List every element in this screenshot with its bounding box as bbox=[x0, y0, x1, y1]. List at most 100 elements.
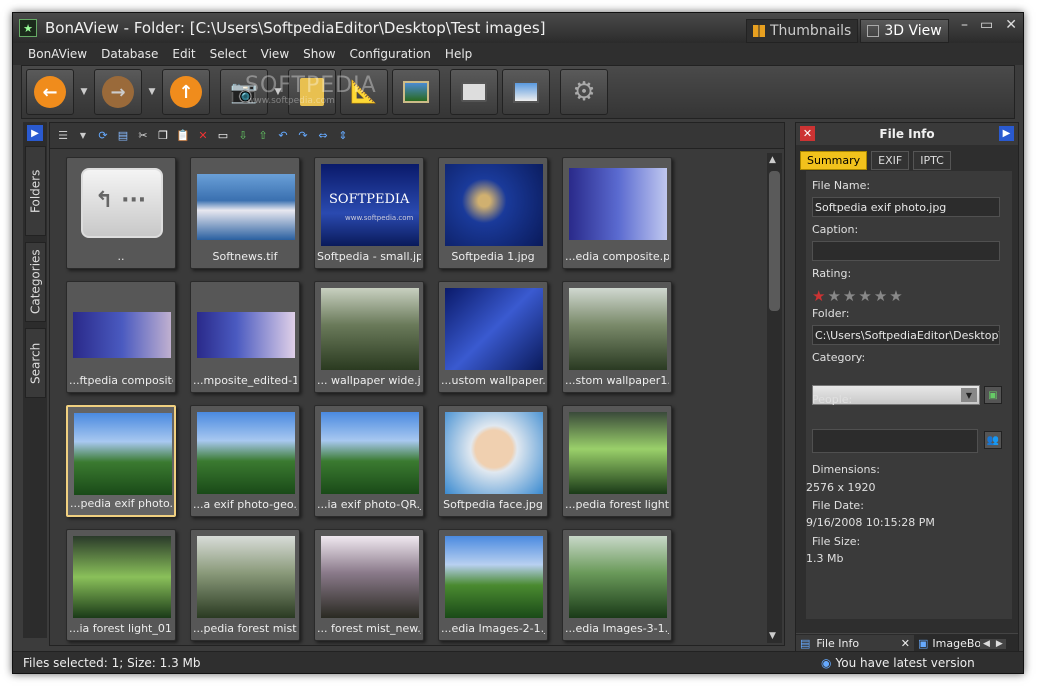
cut-icon[interactable]: ✂ bbox=[136, 129, 150, 143]
menu-help[interactable]: Help bbox=[438, 47, 479, 61]
menu-edit[interactable]: Edit bbox=[165, 47, 202, 61]
delete-icon[interactable]: ✕ bbox=[196, 129, 210, 143]
view-mode-icon[interactable]: ☰ bbox=[56, 129, 70, 143]
scrollbar-thumb[interactable] bbox=[769, 171, 780, 311]
scanner-icon bbox=[513, 81, 539, 103]
tab-scroll-right-icon[interactable]: ▶ bbox=[992, 638, 1006, 649]
thumbnail-item[interactable]: ...ia exif photo-QR.jpg bbox=[314, 405, 424, 517]
menu-select[interactable]: Select bbox=[203, 47, 254, 61]
thumbnail-item[interactable]: ... wallpaper wide.jpg bbox=[314, 281, 424, 393]
star-icon[interactable]: ★ bbox=[827, 289, 840, 304]
tab-thumbnails-label: Thumbnails bbox=[770, 23, 852, 39]
rating-stars[interactable]: ★ ★ ★ ★ ★ ★ bbox=[812, 289, 903, 304]
star-icon[interactable]: ★ bbox=[874, 289, 887, 304]
tab-folders[interactable]: Folders bbox=[25, 146, 46, 236]
folder-field[interactable]: C:\Users\SoftpediaEditor\Desktop\Tes bbox=[812, 325, 1000, 345]
thumbnail-item[interactable]: ...pedia exif photo.jpg bbox=[66, 405, 176, 517]
vertical-scrollbar[interactable]: ▲ ▼ bbox=[767, 153, 782, 643]
add-people-button[interactable]: 👥 bbox=[984, 431, 1002, 449]
expand-left-icon[interactable]: ▶ bbox=[27, 125, 43, 141]
people-field[interactable] bbox=[812, 429, 978, 453]
tab-3d-view[interactable]: 3D View bbox=[860, 19, 949, 43]
camera-button[interactable]: 📷 bbox=[220, 69, 268, 115]
tab-iptc[interactable]: IPTC bbox=[913, 151, 951, 170]
file-name-label: File Name: bbox=[812, 179, 871, 192]
tab-search[interactable]: Search bbox=[25, 328, 46, 398]
star-icon[interactable]: ★ bbox=[889, 289, 902, 304]
settings-button[interactable]: ⚙ bbox=[560, 69, 608, 115]
scan-button[interactable] bbox=[502, 69, 550, 115]
star-icon[interactable]: ★ bbox=[858, 289, 871, 304]
thumbnail-item[interactable]: ...pedia forest mist.jpg bbox=[190, 529, 300, 641]
tab-exif[interactable]: EXIF bbox=[871, 151, 910, 170]
import-icon[interactable]: ⇩ bbox=[236, 129, 250, 143]
flip-horizontal-icon[interactable]: ⇔ bbox=[316, 129, 330, 143]
file-date-value: 9/16/2008 10:15:28 PM bbox=[806, 516, 935, 529]
folder-open-icon[interactable]: ▤ bbox=[116, 129, 130, 143]
edit-category-button[interactable]: ▣ bbox=[984, 386, 1002, 404]
thumbnail-item[interactable]: ...pedia forest light.jpg bbox=[562, 405, 672, 517]
thumbnail-item[interactable]: ...edia Images-2-1.jpg bbox=[438, 529, 548, 641]
thumbnail-item[interactable]: ...ftpedia composite.tif bbox=[66, 281, 176, 393]
rename-icon[interactable]: ▭ bbox=[216, 129, 230, 143]
thumbnail-item[interactable]: ...ia forest light_01.jpg bbox=[66, 529, 176, 641]
close-panel-icon[interactable]: ✕ bbox=[800, 126, 815, 141]
menu-configuration[interactable]: Configuration bbox=[343, 47, 438, 61]
menu-bonaview[interactable]: BonAView bbox=[21, 47, 94, 61]
rotate-left-icon[interactable]: ↶ bbox=[276, 129, 290, 143]
thumbnail-item[interactable]: SOFTPEDIA www.softpedia.com Softpedia - sm… bbox=[314, 157, 424, 269]
tab-categories[interactable]: Categories bbox=[25, 242, 46, 322]
rotate-right-icon[interactable]: ↷ bbox=[296, 129, 310, 143]
view-mode-dropdown[interactable]: ▼ bbox=[76, 129, 90, 143]
file-name-field[interactable]: Softpedia exif photo.jpg bbox=[812, 197, 1000, 217]
scroll-up-icon[interactable]: ▲ bbox=[769, 155, 776, 165]
tab-scroll-left-icon[interactable]: ◀ bbox=[980, 638, 993, 649]
camera-dropdown[interactable]: ▼ bbox=[272, 69, 284, 115]
menu-show[interactable]: Show bbox=[296, 47, 342, 61]
bottom-tab-file-info-label: File Info bbox=[816, 637, 860, 650]
thumbnail-item[interactable]: Softpedia 1.jpg bbox=[438, 157, 548, 269]
restore-icon[interactable]: ▭ bbox=[980, 17, 993, 33]
close-tab-icon[interactable]: ✕ bbox=[901, 637, 910, 650]
tab-categories-label: Categories bbox=[28, 249, 43, 315]
thumbnail-item[interactable]: Softnews.tif bbox=[190, 157, 300, 269]
thumbnail-item[interactable]: ...edia Images-3-1.jpg bbox=[562, 529, 672, 641]
thumbnail-item[interactable]: ...stom wallpaper1.jpg bbox=[562, 281, 672, 393]
thumbnail-item[interactable]: ...a exif photo-geo.jpg bbox=[190, 405, 300, 517]
thumbnail-item[interactable]: ...edia composite.png bbox=[562, 157, 672, 269]
export-icon[interactable]: ⇧ bbox=[256, 129, 270, 143]
thumbnail-item[interactable]: ... forest mist_new.jpg bbox=[314, 529, 424, 641]
scroll-down-icon[interactable]: ▼ bbox=[769, 631, 776, 641]
back-button[interactable]: ← bbox=[26, 69, 74, 115]
close-icon[interactable]: ✕ bbox=[1005, 17, 1017, 33]
paste-icon[interactable]: 📋 bbox=[176, 129, 190, 143]
bottom-tab-file-info[interactable]: ▤ File Info ✕ bbox=[796, 634, 914, 653]
refresh-icon[interactable]: ⟳ bbox=[96, 129, 110, 143]
thumbnail-item[interactable]: ...mposite_edited-1.tif bbox=[190, 281, 300, 393]
tab-summary[interactable]: Summary bbox=[800, 151, 868, 170]
menu-view[interactable]: View bbox=[254, 47, 296, 61]
thumbnail-item[interactable]: ...ustom wallpaper.jpg bbox=[438, 281, 548, 393]
folder-button[interactable] bbox=[288, 69, 336, 115]
menu-database[interactable]: Database bbox=[94, 47, 165, 61]
copy-icon[interactable]: ❐ bbox=[156, 129, 170, 143]
clear-rating-icon[interactable]: ★ bbox=[812, 289, 825, 304]
flip-vertical-icon[interactable]: ⇕ bbox=[336, 129, 350, 143]
caption-field[interactable] bbox=[812, 241, 1000, 261]
status-update-text: You have latest version bbox=[835, 655, 975, 670]
bottom-tab-imagebox[interactable]: ▣ ImageBo bbox=[914, 635, 980, 653]
next-panel-icon[interactable]: ▶ bbox=[999, 126, 1014, 141]
tab-thumbnails[interactable]: Thumbnails bbox=[746, 19, 859, 43]
back-dropdown[interactable]: ▼ bbox=[78, 69, 90, 115]
up-button[interactable]: ↑ bbox=[162, 69, 210, 115]
edit-tools-button[interactable]: 📐 bbox=[340, 69, 388, 115]
print-button[interactable] bbox=[450, 69, 498, 115]
forward-dropdown[interactable]: ▼ bbox=[146, 69, 158, 115]
image-edit-button[interactable] bbox=[392, 69, 440, 115]
minimize-icon[interactable]: – bbox=[961, 17, 968, 33]
thumbnail-item[interactable]: Softpedia face.jpg bbox=[438, 405, 548, 517]
star-icon[interactable]: ★ bbox=[843, 289, 856, 304]
forward-button[interactable]: → bbox=[94, 69, 142, 115]
chevron-down-icon[interactable]: ▼ bbox=[961, 388, 977, 402]
parent-folder-item[interactable]: ↰ ···.. bbox=[66, 157, 176, 269]
